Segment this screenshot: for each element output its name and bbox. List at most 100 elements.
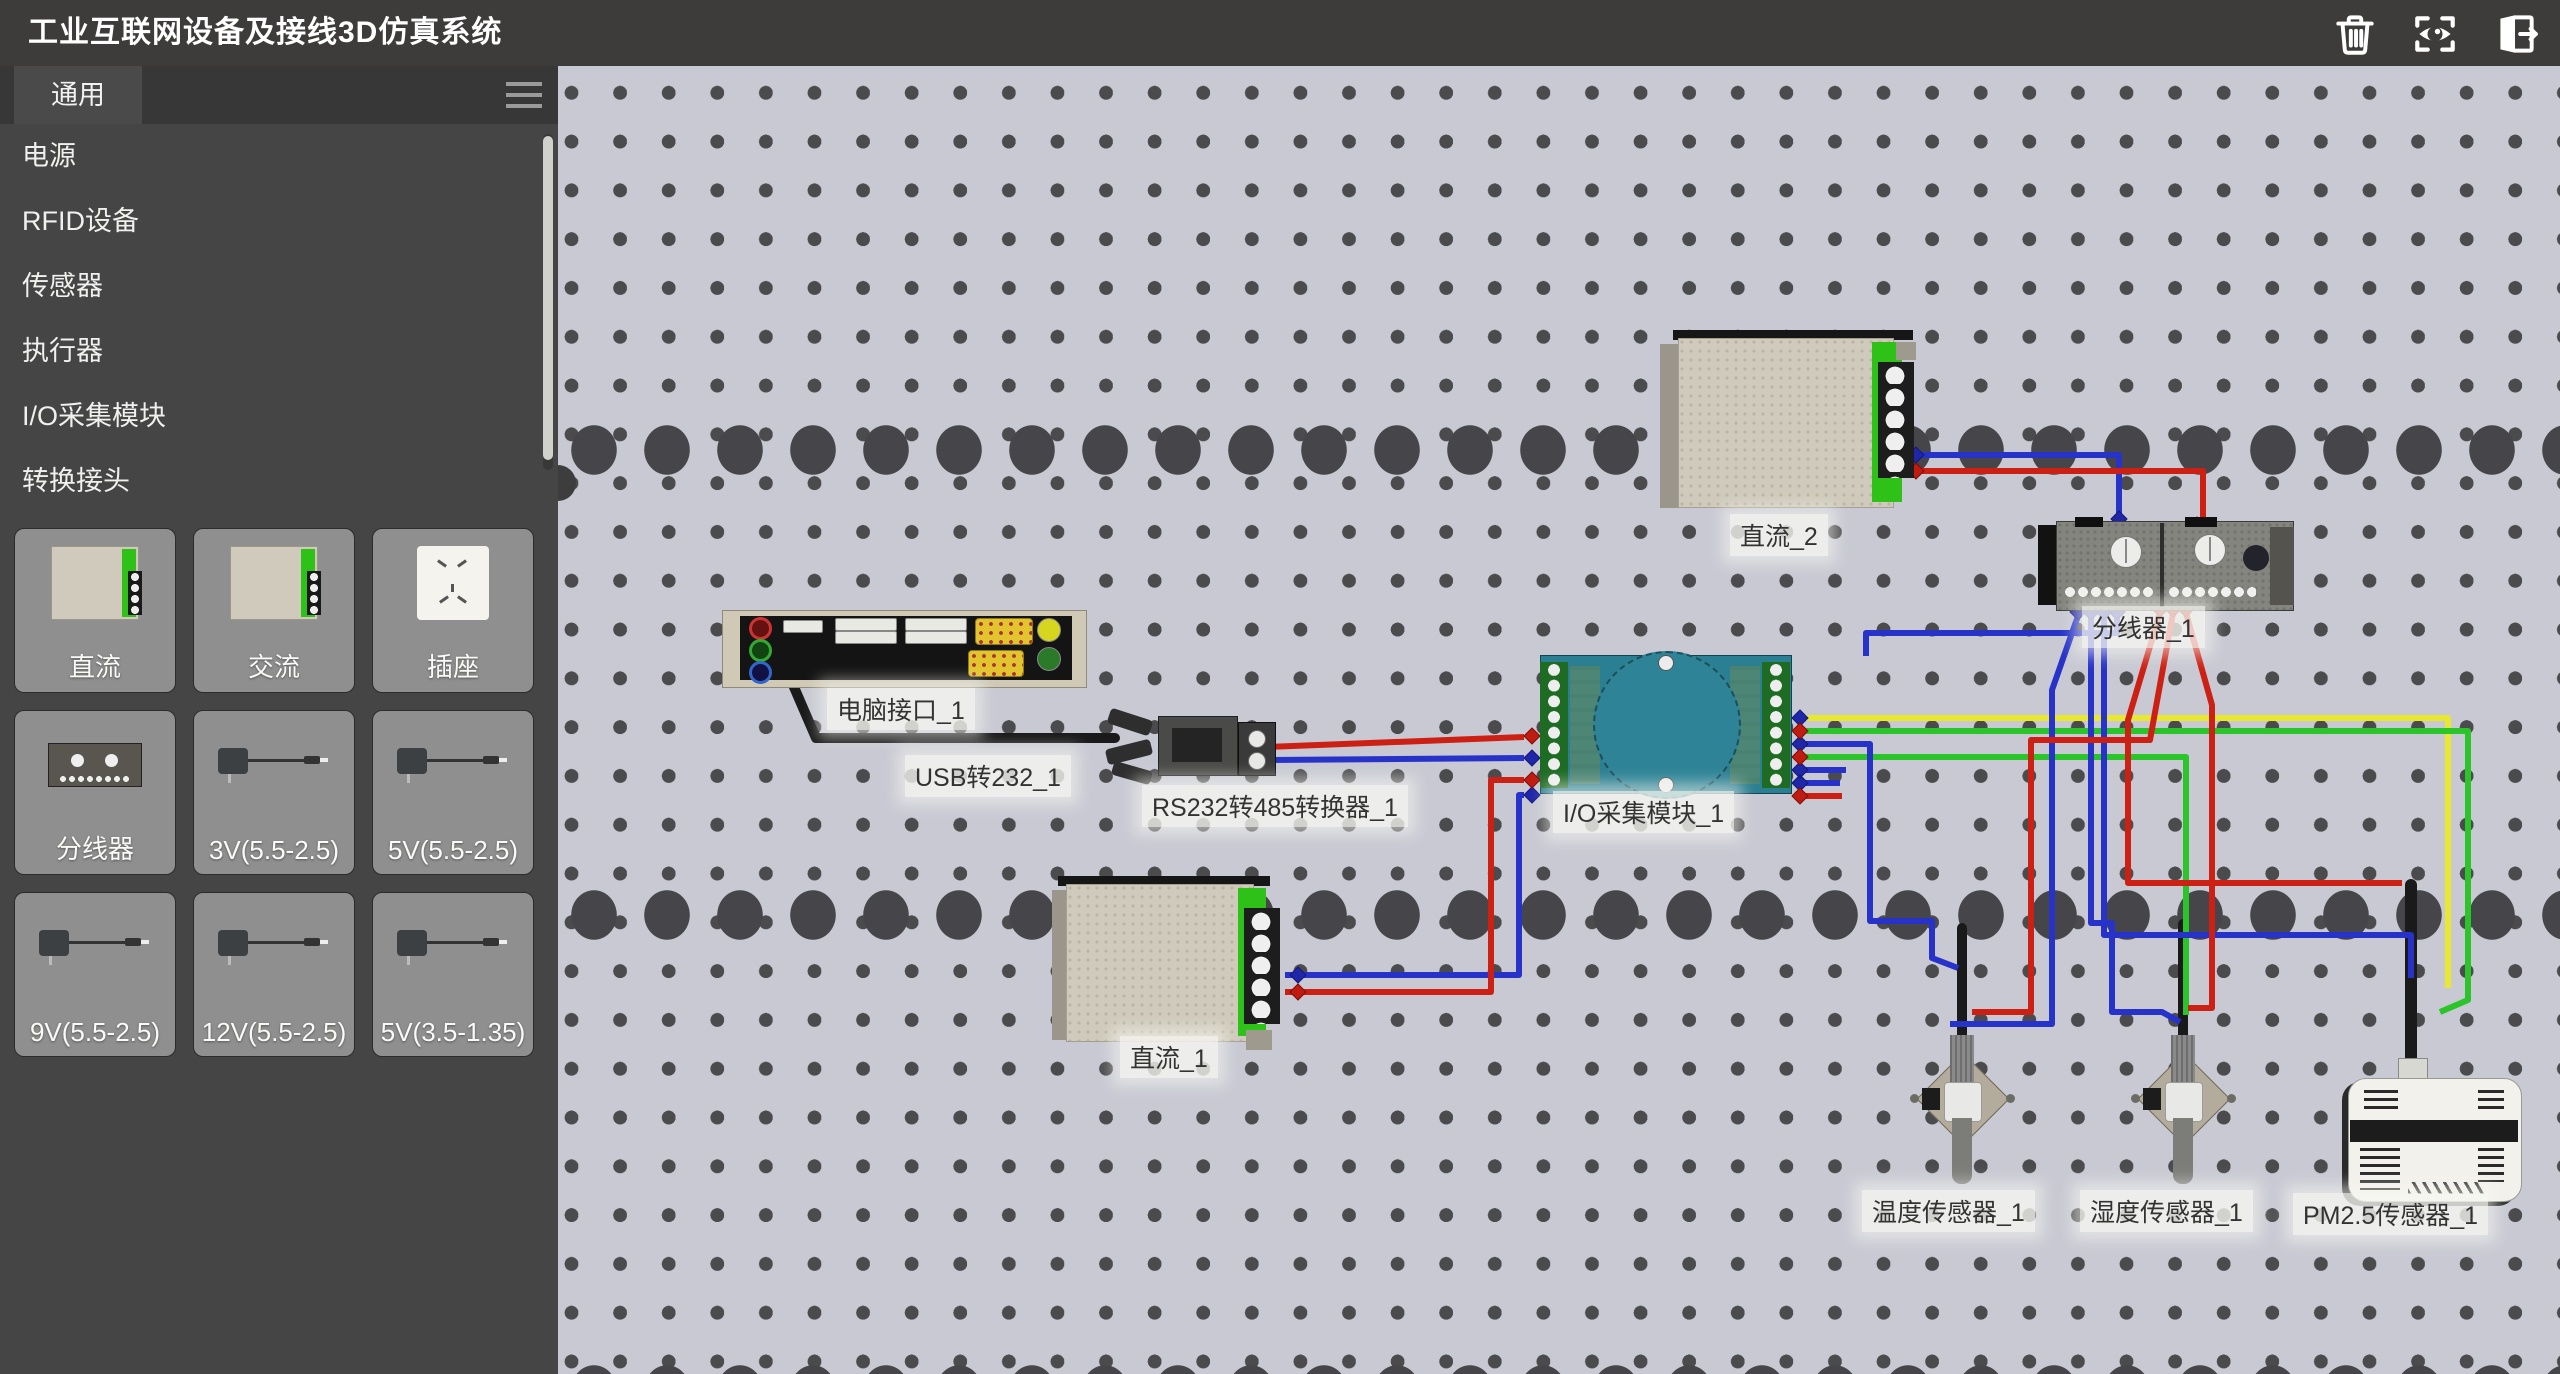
delete-button[interactable] (2328, 7, 2382, 61)
palette-card-splitter[interactable]: 分线器 (14, 710, 176, 875)
palette-card-socket[interactable]: 插座 (372, 528, 534, 693)
device-label: PM2.5传感器_1 (2293, 1193, 2488, 1235)
splitter-cap-right (2270, 527, 2294, 605)
device-label: RS232转485转换器_1 (1142, 785, 1408, 827)
audio-jack-red (749, 617, 772, 640)
tab-strip: 通用 (0, 66, 558, 124)
device-label: 分线器_1 (2082, 606, 2205, 648)
device-palette: 直流 交流 插座 分线器 3V(5.5-2.5) (0, 528, 558, 1074)
palette-card-adapter-9v[interactable]: 9V(5.5-2.5) (14, 892, 176, 1057)
device-label: 直流_2 (1730, 514, 1828, 556)
palette-card-adapter-3v[interactable]: 3V(5.5-2.5) (193, 710, 355, 875)
pm25-vents (2478, 1148, 2504, 1182)
mount-hole (2006, 1094, 2015, 1103)
usb-port (835, 618, 897, 631)
menu-item-io-module[interactable]: I/O采集模块 (0, 384, 558, 449)
terminal-screw (1248, 730, 1266, 748)
pegboard-hole-row (558, 1350, 2560, 1374)
audio-jack-green (749, 639, 772, 662)
device-label: I/O采集模块_1 (1553, 791, 1734, 833)
pegboard-hole-row (558, 885, 2560, 945)
palette-card-ac[interactable]: 交流 (193, 528, 355, 693)
splitter-notch (2185, 517, 2217, 527)
splitter-terminals (2168, 586, 2256, 598)
menu-item-sensor[interactable]: 传感器 (0, 254, 558, 319)
palette-card-adapter-12v[interactable]: 12V(5.5-2.5) (193, 892, 355, 1057)
probe-connector (2143, 1088, 2161, 1110)
splitter-icon (48, 743, 142, 787)
sidebar: 通用 电源 RFID设备 传感器 执行器 I/O采集模块 转换接头 直流 交流 … (0, 66, 558, 1374)
device-label: 电脑接口_1 (827, 688, 975, 730)
probe-tip (1952, 1118, 1972, 1184)
preview-button[interactable] (2408, 7, 2462, 61)
cable-branch (1105, 739, 1154, 766)
trash-icon (2330, 9, 2380, 59)
pm25-vents (2478, 1090, 2504, 1114)
probe-band (2165, 1082, 2203, 1122)
probe-connector (1922, 1088, 1940, 1110)
device-label: USB转232_1 (905, 755, 1071, 797)
dc1-body (1066, 884, 1254, 1042)
category-menu: 电源 RFID设备 传感器 执行器 I/O采集模块 转换接头 (0, 124, 558, 514)
dc-power-icon (51, 546, 139, 620)
splitter-terminals (2064, 586, 2156, 598)
io-screw (1658, 655, 1674, 671)
scrollbar-thumb[interactable] (543, 136, 553, 460)
palette-card-dc[interactable]: 直流 (14, 528, 176, 693)
splitter-screw (2194, 534, 2226, 566)
dc1-foot (1246, 1030, 1272, 1050)
db9-connector-face (1172, 728, 1222, 762)
mount-hole (2131, 1094, 2140, 1103)
exit-button[interactable] (2488, 7, 2542, 61)
usb-port (835, 631, 897, 644)
audio-jack-blue (749, 661, 772, 684)
terminal-screw (1248, 752, 1266, 770)
tab-general[interactable]: 通用 (14, 66, 142, 124)
port (783, 620, 823, 633)
io-terminal-strip-right (1762, 662, 1790, 788)
splitter-divider (2160, 523, 2164, 607)
cable-branch (1107, 708, 1154, 737)
serial-port (968, 650, 1024, 677)
palette-card-adapter-5v-small[interactable]: 5V(3.5-1.35) (372, 892, 534, 1057)
splitter-hole (2243, 545, 2269, 571)
dc2-tab (1896, 342, 1916, 360)
pm25-band (2350, 1120, 2518, 1142)
device-label: 湿度传感器_1 (2080, 1190, 2253, 1232)
socket-icon (417, 546, 489, 620)
pegboard-hole-row (558, 420, 2560, 480)
usb-port (905, 631, 967, 644)
menu-item-actuator[interactable]: 执行器 (0, 319, 558, 384)
palette-card-adapter-5v[interactable]: 5V(5.5-2.5) (372, 710, 534, 875)
mount-hole (1910, 1094, 1919, 1103)
splitter-screw (2110, 536, 2142, 568)
power-adapter-icon (214, 924, 334, 970)
menu-item-rfid[interactable]: RFID设备 (0, 189, 558, 254)
serial-port (975, 618, 1033, 645)
exit-door-icon (2490, 9, 2540, 59)
usb-port (905, 618, 967, 631)
eye-scan-icon (2410, 9, 2460, 59)
ps2-port-green (1037, 647, 1061, 671)
device-label: 温度传感器_1 (1862, 1190, 2035, 1232)
probe-tip (2173, 1118, 2193, 1184)
probe-band (1944, 1082, 1982, 1122)
pm25-vents (2360, 1148, 2400, 1190)
menu-item-power[interactable]: 电源 (0, 124, 558, 189)
dc1-terminal-block (1244, 908, 1280, 1024)
menu-icon[interactable] (506, 82, 542, 108)
toolbar (2328, 7, 2542, 61)
io-terminal-strip-left (1540, 662, 1568, 788)
ac-power-icon (230, 546, 318, 620)
dc2-body (1678, 338, 1894, 508)
pm25-vents (2364, 1090, 2398, 1114)
app-title: 工业互联网设备及接线3D仿真系统 (28, 0, 502, 66)
ps2-port-yellow (1037, 618, 1061, 642)
power-adapter-icon (393, 924, 513, 970)
dc2-terminal-block (1878, 362, 1914, 478)
device-label: 直流_1 (1120, 1036, 1218, 1078)
power-adapter-icon (393, 742, 513, 788)
menu-item-converter[interactable]: 转换接头 (0, 449, 558, 514)
mount-hole (2227, 1094, 2236, 1103)
cable-branch (1111, 761, 1153, 785)
